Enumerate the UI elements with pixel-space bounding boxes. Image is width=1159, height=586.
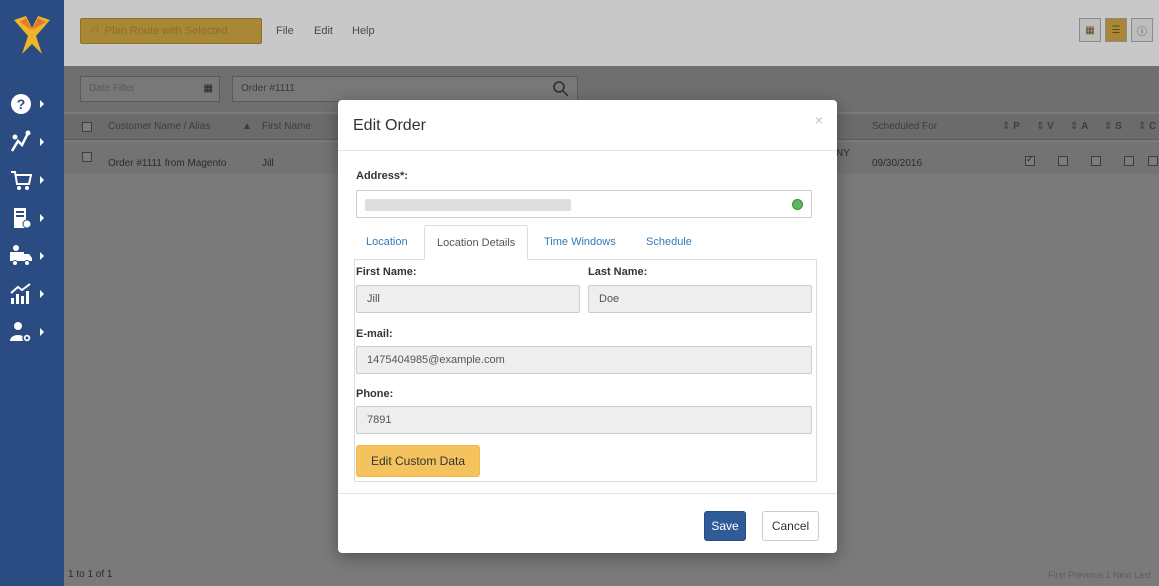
analytics-icon (10, 283, 31, 304)
order-tabs: Location Location Details Time Windows S… (354, 225, 817, 260)
sidebar-item-routes[interactable] (8, 128, 60, 156)
plan-route-label: Plan Route with Selected (104, 25, 228, 37)
tab-location[interactable]: Location (354, 225, 420, 260)
column-scheduled-for[interactable]: Scheduled For (872, 121, 937, 132)
cell-first-name: Jill (262, 158, 274, 169)
checkbox-a[interactable] (1091, 156, 1101, 166)
pagination[interactable]: First Previous 1 Next Last (1048, 570, 1151, 580)
cart-icon (11, 171, 33, 190)
column-s[interactable]: ⇕ S (1104, 121, 1122, 132)
user-settings-icon (10, 322, 32, 343)
first-name-label: First Name: (356, 266, 417, 278)
address-label: Address*: (356, 170, 408, 182)
caret-right-icon (40, 100, 44, 108)
app-logo[interactable] (12, 8, 52, 60)
search-icon[interactable] (552, 80, 570, 98)
modal-title: Edit Order (353, 117, 426, 134)
list-view-icon[interactable]: ☰ (1105, 18, 1127, 42)
last-name-label: Last Name: (588, 266, 648, 278)
caret-right-icon (40, 252, 44, 260)
phone-field[interactable]: 7891 (356, 406, 812, 434)
sidebar-item-addresses[interactable] (8, 204, 60, 232)
phone-label: Phone: (356, 388, 394, 400)
sidebar-item-help[interactable]: ? (8, 90, 60, 118)
close-icon[interactable]: × (815, 112, 823, 128)
column-p[interactable]: ⇕ P (1002, 121, 1020, 132)
sort-asc-icon[interactable]: ▲ (242, 121, 252, 132)
sidebar-item-users[interactable] (8, 318, 60, 346)
route-icon: ⛙ (91, 24, 99, 36)
grid-view-icon[interactable]: ▦ (1079, 18, 1101, 42)
sidebar-item-orders[interactable] (8, 166, 60, 194)
truck-icon (10, 245, 32, 266)
menu-help[interactable]: Help (352, 25, 375, 37)
menu-edit[interactable]: Edit (314, 25, 333, 37)
edit-order-modal: Edit Order × Address*: Location Location… (338, 100, 837, 553)
column-v[interactable]: ⇕ V (1036, 121, 1054, 132)
date-filter-input[interactable]: Date Filter ▦ (80, 76, 220, 102)
plan-route-button[interactable]: ⛙ Plan Route with Selected (80, 18, 262, 44)
checkbox-c[interactable] (1148, 156, 1158, 166)
info-icon[interactable]: ⓘ (1131, 18, 1153, 42)
select-all-checkbox[interactable] (82, 122, 92, 132)
geocode-status-icon (792, 199, 803, 210)
first-name-field[interactable]: Jill (356, 285, 580, 313)
date-filter-placeholder: Date Filter (89, 83, 136, 94)
checkbox-p[interactable] (1025, 154, 1035, 166)
modal-header: Edit Order × (338, 100, 837, 151)
address-input[interactable] (356, 190, 812, 218)
row-count: 1 to 1 of 1 (68, 569, 113, 580)
caret-right-icon (40, 138, 44, 146)
column-a[interactable]: ⇕ A (1070, 121, 1088, 132)
caret-right-icon (40, 290, 44, 298)
caret-right-icon (40, 214, 44, 222)
view-toggle-group: ▦ ☰ ⓘ (1079, 18, 1153, 42)
save-button[interactable]: Save (704, 511, 746, 541)
caret-right-icon (40, 328, 44, 336)
order-search-value: Order #1111 (241, 83, 295, 94)
column-c[interactable]: ⇕ C (1138, 121, 1156, 132)
checkbox-s[interactable] (1124, 156, 1134, 166)
sidebar-item-analytics[interactable] (8, 280, 60, 308)
cell-partial-address: NY (836, 148, 850, 159)
address-book-icon (14, 208, 32, 229)
calendar-icon[interactable]: ▦ (204, 83, 213, 94)
sidebar-item-vehicles[interactable] (8, 242, 60, 270)
column-first-name[interactable]: First Name (262, 121, 311, 132)
help-icon: ? (11, 94, 31, 114)
column-customer-name[interactable]: Customer Name / Alias (108, 121, 210, 132)
email-field[interactable]: 1475404985@example.com (356, 346, 812, 374)
cancel-button[interactable]: Cancel (762, 511, 819, 541)
last-name-field[interactable]: Doe (588, 285, 812, 313)
cell-customer-name: Order #1111 from Magento (108, 158, 227, 169)
cell-scheduled-for: 09/30/2016 (872, 158, 923, 169)
tab-time-windows[interactable]: Time Windows (532, 225, 628, 260)
address-redacted (365, 199, 571, 211)
row-checkbox[interactable] (82, 152, 92, 162)
sidebar: ? (0, 0, 64, 586)
checkbox-v[interactable] (1058, 156, 1068, 166)
tab-schedule[interactable]: Schedule (634, 225, 704, 260)
route-icon (10, 130, 31, 152)
svg-text:?: ? (17, 96, 26, 112)
email-label: E-mail: (356, 328, 393, 340)
menu-file[interactable]: File (276, 25, 294, 37)
edit-custom-data-button[interactable]: Edit Custom Data (356, 445, 480, 477)
order-search-input[interactable]: Order #1111 (232, 76, 578, 102)
caret-right-icon (40, 176, 44, 184)
toolbar: ⛙ Plan Route with Selected File Edit Hel… (64, 0, 1159, 66)
tab-location-details[interactable]: Location Details (424, 225, 529, 260)
